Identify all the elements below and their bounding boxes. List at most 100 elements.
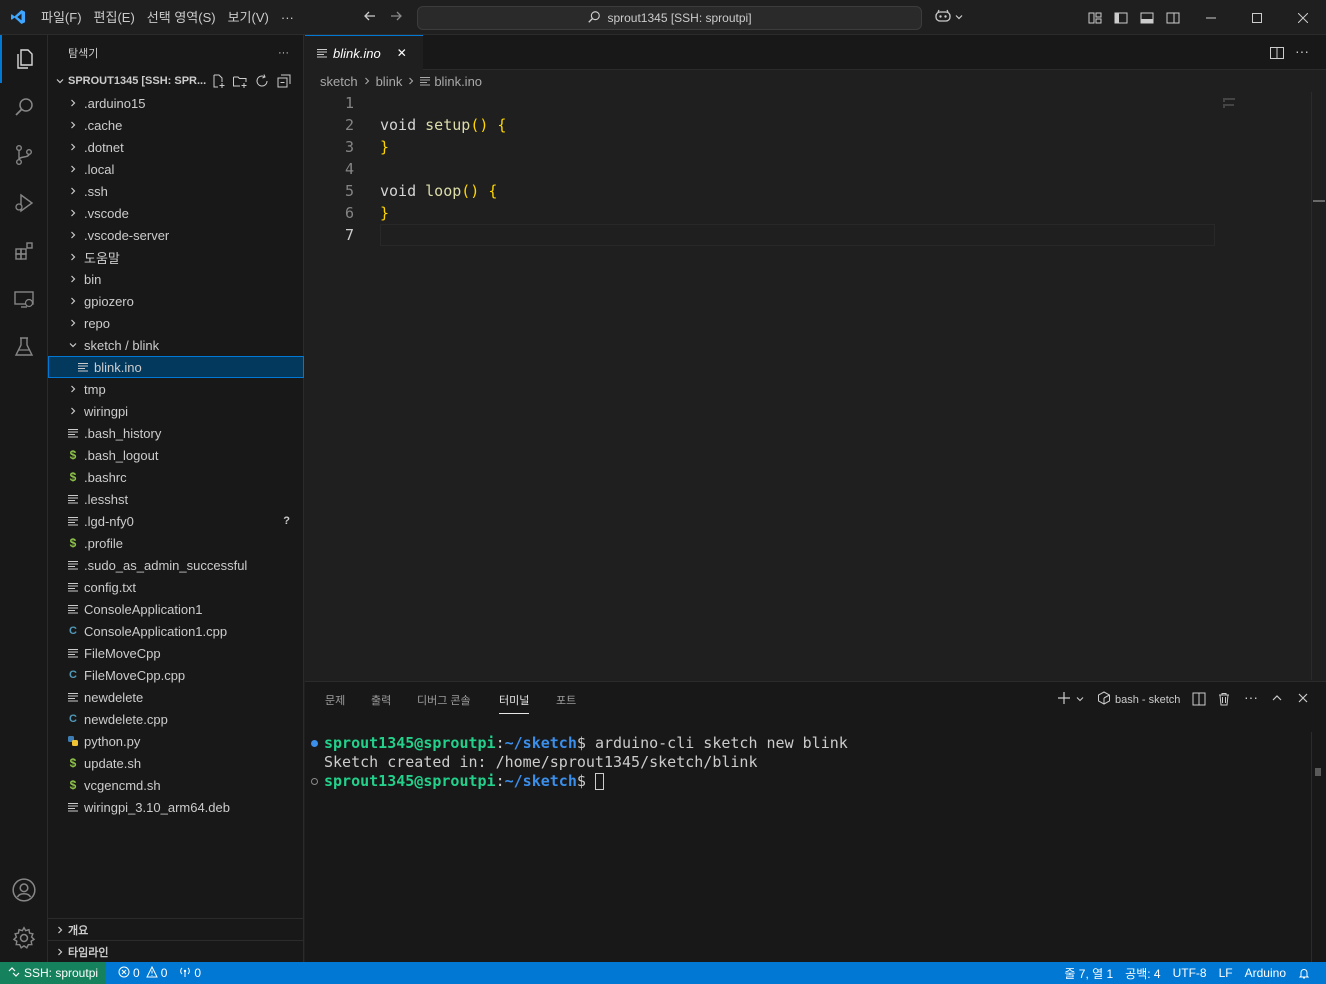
terminal-scrollbar[interactable] bbox=[1311, 732, 1325, 962]
tree-item[interactable]: $ update.sh bbox=[48, 752, 304, 774]
close-window-icon[interactable] bbox=[1280, 0, 1326, 35]
tree-item[interactable]: .lgd-nfy0? bbox=[48, 510, 304, 532]
tab-ports[interactable]: 포트 bbox=[556, 692, 576, 714]
tree-item[interactable]: .lesshst bbox=[48, 488, 304, 510]
panel-more-icon[interactable]: ··· bbox=[1244, 689, 1258, 705]
back-arrow-icon[interactable] bbox=[362, 8, 378, 29]
minimize-icon[interactable] bbox=[1188, 0, 1234, 35]
tree-item[interactable]: wiringpi_3.10_arm64.deb bbox=[48, 796, 304, 818]
terminal-area[interactable]: sprout1345@sproutpi:~/sketch$ arduino-cl… bbox=[305, 732, 1311, 962]
tree-item[interactable]: blink.ino bbox=[48, 356, 304, 378]
forward-arrow-icon[interactable] bbox=[388, 8, 404, 29]
collapse-all-icon[interactable] bbox=[276, 73, 292, 92]
tree-item[interactable]: FileMoveCpp bbox=[48, 642, 304, 664]
tab-output[interactable]: 출력 bbox=[371, 692, 391, 714]
menu-edit[interactable]: 편집(E) bbox=[88, 0, 141, 35]
close-panel-icon[interactable] bbox=[1297, 692, 1309, 707]
breadcrumb-item[interactable]: blink bbox=[376, 74, 403, 89]
remote-explorer-icon[interactable] bbox=[0, 275, 48, 323]
code-editor[interactable]: 1 2 void setup() { 3 } 4 5 void loop() {… bbox=[305, 92, 1311, 680]
tree-item[interactable]: tmp bbox=[48, 378, 304, 400]
editor-scrollbar[interactable] bbox=[1311, 92, 1325, 680]
tree-item[interactable]: .ssh bbox=[48, 180, 304, 202]
tree-item[interactable]: ConsoleApplication1 bbox=[48, 598, 304, 620]
indentation[interactable]: 공백: 4 bbox=[1119, 962, 1166, 984]
outline-section[interactable]: 개요 bbox=[48, 918, 304, 940]
editor-more-icon[interactable]: ··· bbox=[1295, 43, 1309, 59]
command-center[interactable]: sprout1345 [SSH: sproutpi] bbox=[417, 6, 922, 30]
remote-indicator[interactable]: SSH: sproutpi bbox=[0, 962, 107, 984]
menu-file[interactable]: 파일(F) bbox=[35, 0, 88, 35]
accounts-icon[interactable] bbox=[0, 866, 48, 914]
breadcrumb-item[interactable]: blink.ino bbox=[434, 74, 482, 89]
run-debug-icon[interactable] bbox=[0, 179, 48, 227]
extensions-icon[interactable] bbox=[0, 227, 48, 275]
tree-item[interactable]: C ConsoleApplication1.cpp bbox=[48, 620, 304, 642]
trash-icon[interactable] bbox=[1217, 692, 1231, 709]
language-mode[interactable]: Arduino bbox=[1239, 962, 1292, 984]
tree-item[interactable]: $ vcgencmd.sh bbox=[48, 774, 304, 796]
encoding[interactable]: UTF-8 bbox=[1167, 962, 1213, 984]
gear-icon[interactable] bbox=[0, 914, 48, 962]
copilot-button[interactable] bbox=[934, 0, 964, 35]
split-terminal-icon[interactable] bbox=[1192, 692, 1206, 709]
tree-item[interactable]: 도움말 bbox=[48, 246, 304, 268]
refresh-icon[interactable] bbox=[254, 73, 270, 92]
breadcrumb-item[interactable]: sketch bbox=[320, 74, 358, 89]
toggle-primary-sidebar-icon[interactable] bbox=[1108, 0, 1134, 35]
split-editor-icon[interactable] bbox=[1269, 45, 1285, 64]
tree-item[interactable]: bin bbox=[48, 268, 304, 290]
tree-item[interactable]: repo bbox=[48, 312, 304, 334]
terminal-instance[interactable]: bash - sketch bbox=[1097, 691, 1180, 708]
new-folder-icon[interactable] bbox=[232, 73, 248, 92]
tree-item[interactable]: $ .bash_logout bbox=[48, 444, 304, 466]
menu-more[interactable]: ··· bbox=[275, 0, 300, 35]
tab-problems[interactable]: 문제 bbox=[325, 692, 345, 714]
tree-item[interactable]: .arduino15 bbox=[48, 92, 304, 114]
new-terminal-button[interactable] bbox=[1057, 691, 1085, 708]
maximize-icon[interactable] bbox=[1234, 0, 1280, 35]
tree-item[interactable]: newdelete bbox=[48, 686, 304, 708]
tree-item[interactable]: config.txt bbox=[48, 576, 304, 598]
tree-item[interactable]: .bash_history bbox=[48, 422, 304, 444]
tab-blink-ino[interactable]: blink.ino ✕ bbox=[305, 35, 423, 70]
tree-item[interactable]: .local bbox=[48, 158, 304, 180]
menu-view[interactable]: 보기(V) bbox=[222, 0, 275, 35]
tree-item[interactable]: Cnewdelete.cpp bbox=[48, 708, 304, 730]
problems-indicator[interactable]: 0 0 bbox=[112, 962, 173, 984]
explorer-more-button[interactable]: ··· bbox=[278, 47, 289, 59]
tree-item[interactable]: .vscode bbox=[48, 202, 304, 224]
testing-icon[interactable] bbox=[0, 323, 48, 371]
minimap[interactable] bbox=[1223, 96, 1239, 111]
tab-terminal[interactable]: 터미널 bbox=[499, 692, 530, 714]
tree-item[interactable]: $ .profile bbox=[48, 532, 304, 554]
tree-item[interactable]: .dotnet bbox=[48, 136, 304, 158]
tree-item[interactable]: sketch / blink bbox=[48, 334, 304, 356]
tree-item[interactable]: gpiozero bbox=[48, 290, 304, 312]
workspace-root[interactable]: SPROUT1345 [SSH: SPR... bbox=[48, 70, 304, 92]
menu-selection[interactable]: 선택 영역(S) bbox=[141, 0, 222, 35]
toggle-secondary-sidebar-icon[interactable] bbox=[1160, 0, 1186, 35]
tree-item[interactable]: wiringpi bbox=[48, 400, 304, 422]
explorer-icon[interactable] bbox=[0, 35, 48, 83]
tree-item[interactable]: .vscode-server bbox=[48, 224, 304, 246]
bell-icon[interactable] bbox=[1292, 962, 1316, 984]
search-icon[interactable] bbox=[0, 83, 48, 131]
tab-debug-console[interactable]: 디버그 콘솔 bbox=[417, 692, 471, 714]
source-control-icon[interactable] bbox=[0, 131, 48, 179]
tree-item[interactable]: .cache bbox=[48, 114, 304, 136]
ports-indicator[interactable]: 0 bbox=[173, 962, 207, 984]
close-icon[interactable]: ✕ bbox=[397, 46, 407, 60]
tree-item[interactable]: $ .bashrc bbox=[48, 466, 304, 488]
cursor-position[interactable]: 줄 7, 열 1 bbox=[1058, 962, 1119, 984]
maximize-panel-icon[interactable] bbox=[1271, 692, 1283, 707]
tree-item[interactable]: C FileMoveCpp.cpp bbox=[48, 664, 304, 686]
tree-item[interactable]: python.py bbox=[48, 730, 304, 752]
new-file-icon[interactable] bbox=[210, 73, 226, 92]
toggle-panel-icon[interactable] bbox=[1134, 0, 1160, 35]
end-of-line[interactable]: LF bbox=[1213, 962, 1239, 984]
customize-layout-icon[interactable] bbox=[1082, 0, 1108, 35]
shell-file-icon: $ bbox=[69, 470, 77, 484]
tree-item[interactable]: .sudo_as_admin_successful bbox=[48, 554, 304, 576]
timeline-section[interactable]: 타임라인 bbox=[48, 940, 304, 962]
